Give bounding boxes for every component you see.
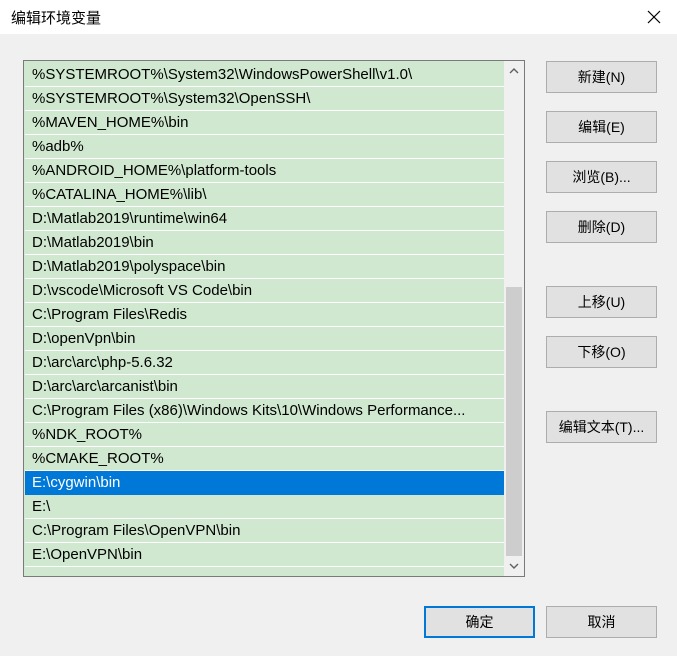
move-down-button[interactable]: 下移(O) xyxy=(546,336,657,368)
list-item[interactable]: C:\Program Files\Redis xyxy=(25,303,505,327)
list-item[interactable]: D:\openVpn\bin xyxy=(25,327,505,351)
list-item[interactable]: D:\vscode\Microsoft VS Code\bin xyxy=(25,279,505,303)
scroll-thumb[interactable] xyxy=(506,287,522,556)
list-item[interactable]: %CMAKE_ROOT% xyxy=(25,447,505,471)
list-item[interactable]: E:\OpenVPN\bin xyxy=(25,543,505,567)
list-item[interactable]: C:\Program Files (x86)\Windows Kits\10\W… xyxy=(25,399,505,423)
close-icon xyxy=(647,10,661,24)
browse-button[interactable]: 浏览(B)... xyxy=(546,161,657,193)
list-item[interactable]: %NDK_ROOT% xyxy=(25,423,505,447)
edit-button[interactable]: 编辑(E) xyxy=(546,111,657,143)
list-item-selected[interactable]: E:\cygwin\bin xyxy=(25,471,505,495)
path-list[interactable]: %SYSTEMROOT%\System32\WindowsPowerShell\… xyxy=(23,60,525,577)
scroll-up-button[interactable] xyxy=(504,61,524,81)
list-item[interactable]: D:\Matlab2019\bin xyxy=(25,231,505,255)
new-button[interactable]: 新建(N) xyxy=(546,61,657,93)
list-item[interactable]: E:\ xyxy=(25,495,505,519)
chevron-up-icon xyxy=(509,68,519,74)
title-bar: 编辑环境变量 xyxy=(0,0,677,34)
close-button[interactable] xyxy=(631,0,677,34)
scroll-down-button[interactable] xyxy=(504,556,524,576)
list-item[interactable]: %ANDROID_HOME%\platform-tools xyxy=(25,159,505,183)
list-item[interactable]: D:\arc\arc\php-5.6.32 xyxy=(25,351,505,375)
list-item[interactable]: %SYSTEMROOT%\System32\OpenSSH\ xyxy=(25,87,505,111)
list-item[interactable]: %adb% xyxy=(25,135,505,159)
list-item[interactable]: %SYSTEMROOT%\System32\WindowsPowerShell\… xyxy=(25,63,505,87)
move-up-button[interactable]: 上移(U) xyxy=(546,286,657,318)
list-item[interactable]: D:\Matlab2019\runtime\win64 xyxy=(25,207,505,231)
list-item[interactable]: %CATALINA_HOME%\lib\ xyxy=(25,183,505,207)
edit-text-button[interactable]: 编辑文本(T)... xyxy=(546,411,657,443)
list-item[interactable]: C:\Program Files\OpenVPN\bin xyxy=(25,519,505,543)
chevron-down-icon xyxy=(509,563,519,569)
delete-button[interactable]: 删除(D) xyxy=(546,211,657,243)
list-item[interactable]: %MAVEN_HOME%\bin xyxy=(25,111,505,135)
list-item[interactable]: D:\Matlab2019\polyspace\bin xyxy=(25,255,505,279)
vertical-scrollbar[interactable] xyxy=(504,61,524,576)
dialog-title: 编辑环境变量 xyxy=(11,10,102,27)
cancel-button[interactable]: 取消 xyxy=(546,606,657,638)
ok-button[interactable]: 确定 xyxy=(424,606,535,638)
list-item[interactable]: D:\arc\arc\arcanist\bin xyxy=(25,375,505,399)
path-list-items: %SYSTEMROOT%\System32\WindowsPowerShell\… xyxy=(25,63,505,567)
